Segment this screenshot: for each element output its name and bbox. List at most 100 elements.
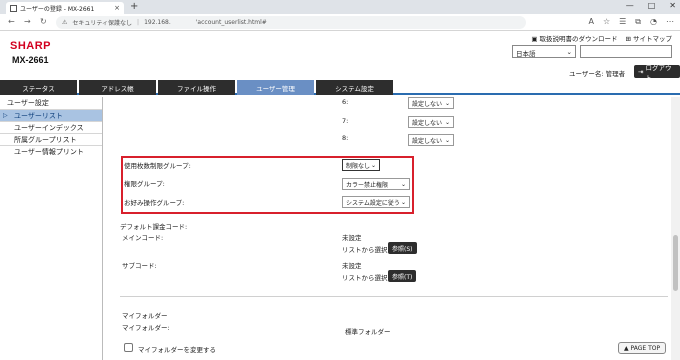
- close-window-button[interactable]: ✕: [669, 1, 676, 10]
- usage-limit-group-select[interactable]: 制限なし ⌄: [342, 159, 380, 171]
- new-tab-button[interactable]: +: [130, 1, 138, 12]
- more-icon[interactable]: ⋯: [666, 17, 674, 27]
- warning-icon: ⚠: [62, 19, 68, 26]
- sub-code-browse-button[interactable]: 参照(T): [388, 270, 417, 282]
- chevron-down-icon: ⌄: [444, 118, 450, 126]
- permission-group-select[interactable]: カラー禁止権限 ⌄: [342, 178, 410, 190]
- default-code-label: デフォルト課金コード:: [120, 223, 188, 231]
- sidebar-item-user-index[interactable]: ユーザーインデックス: [0, 121, 102, 133]
- select-8-value: 設定しない: [412, 137, 443, 145]
- main-menu: ステータス アドレス帳 ファイル操作 ユーザー管理 システム設定: [0, 80, 680, 95]
- arrow-up-icon: ▲: [624, 344, 629, 352]
- section-divider: [120, 296, 668, 297]
- tab-status[interactable]: ステータス: [0, 80, 77, 95]
- browser-toolbar-icons: A ☆ ☰ ⧉ ◔ ⋯: [588, 17, 674, 27]
- profile-icon[interactable]: ◔: [650, 17, 657, 27]
- main-code-label: メインコード:: [122, 234, 164, 242]
- sitemap-label: サイトマップ: [633, 35, 672, 43]
- chevron-down-icon: ⌄: [444, 136, 450, 144]
- page-top-label: PAGE TOP: [630, 344, 661, 352]
- myfolder-value: 標準フォルダー: [345, 328, 391, 336]
- vertical-scrollbar[interactable]: [671, 97, 680, 360]
- chevron-down-icon: ⌄: [400, 180, 406, 188]
- tab-system-settings[interactable]: システム設定: [316, 80, 393, 95]
- bullet-icon: ▷: [3, 112, 8, 119]
- language-select[interactable]: 日本語 ⌄: [512, 45, 576, 58]
- url-separator: |: [137, 19, 140, 26]
- logout-icon: ⇥: [638, 67, 644, 76]
- sub-code-label: サブコード:: [122, 262, 157, 270]
- model-name: MX-2661: [12, 55, 49, 65]
- usage-limit-group-label: 使用枚数制限グループ:: [124, 162, 191, 170]
- security-label: セキュリティ保護なし: [72, 20, 133, 27]
- select-8[interactable]: 設定しない ⌄: [408, 134, 454, 146]
- myfolder-change-checkbox[interactable]: [124, 343, 133, 352]
- url-host: 192.168.: [144, 19, 171, 26]
- reload-icon[interactable]: ↻: [40, 17, 47, 26]
- collections-icon[interactable]: ⧉: [635, 17, 641, 27]
- url-field[interactable]: ⚠ セキュリティ保護なし | 192.168. 'account_userlis…: [56, 16, 526, 29]
- sidebar-item-label: ユーザーリスト: [14, 111, 63, 120]
- favorite-operation-group-value: システム設定に従う: [346, 199, 400, 207]
- favorite-icon[interactable]: ☆: [603, 17, 610, 27]
- tab-file-operation[interactable]: ファイル操作: [158, 80, 235, 95]
- search-input[interactable]: [580, 45, 672, 58]
- language-value: 日本語: [516, 50, 536, 58]
- main-code-status: 未設定: [342, 234, 362, 242]
- minimize-button[interactable]: —: [626, 1, 634, 10]
- sub-code-browse-label: 参照(T): [392, 273, 413, 281]
- sidebar-item-user-list[interactable]: ▷ ユーザーリスト: [0, 109, 102, 121]
- select-6-value: 設定しない: [412, 100, 443, 108]
- reading-view-icon[interactable]: A: [588, 17, 593, 27]
- top-links: ▣ 取扱説明書のダウンロード ⊞ サイトマップ: [531, 33, 672, 43]
- browser-tab-bar: ユーザーの登録 - MX-2661 × + — □ ✕: [0, 0, 680, 14]
- back-icon[interactable]: ←: [8, 17, 15, 26]
- row-label-8: 8:: [342, 134, 349, 142]
- myfolder-change-label: マイフォルダーを変更する: [138, 346, 216, 354]
- chevron-down-icon: ⌄: [444, 99, 450, 107]
- favorite-operation-group-label: お好み操作グループ:: [124, 199, 185, 207]
- manual-download-link[interactable]: ▣ 取扱説明書のダウンロード: [531, 33, 617, 43]
- sitemap-link[interactable]: ⊞ サイトマップ: [626, 33, 672, 43]
- chevron-down-icon: ⌄: [400, 198, 406, 206]
- close-tab-icon[interactable]: ×: [114, 4, 120, 12]
- main-code-browse-button[interactable]: 参照(S): [388, 242, 417, 254]
- page-icon: [10, 4, 17, 12]
- address-bar: ← → ↻ ⚠ セキュリティ保護なし | 192.168. 'account_u…: [0, 14, 680, 31]
- logout-button[interactable]: ⇥ ログアウト: [634, 64, 680, 82]
- main-code-browse-label: 参照(S): [392, 245, 413, 253]
- sharp-logo: SHARP: [10, 40, 52, 52]
- download-icon: ▣: [531, 35, 538, 43]
- sidebar-item-group-list[interactable]: 所属グループリスト: [0, 133, 102, 145]
- user-name-label: ユーザー名: 管理者: [569, 70, 626, 78]
- myfolder-label: マイフォルダー:: [122, 324, 170, 332]
- chevron-down-icon: ⌄: [566, 48, 572, 56]
- sidebar: ユーザー設定 ▷ ユーザーリスト ユーザーインデックス 所属グループリスト ユー…: [0, 97, 103, 360]
- browser-tab-title: ユーザーの登録 - MX-2661: [20, 5, 95, 13]
- manual-download-label: 取扱説明書のダウンロード: [539, 35, 618, 43]
- url-path: 'account_userlist.html#: [195, 19, 267, 26]
- row-label-7: 7:: [342, 117, 349, 125]
- window-controls: — □ ✕: [626, 1, 676, 10]
- logout-label: ログアウト: [645, 63, 672, 82]
- main-code-select-label: リストから選択: [342, 246, 388, 254]
- permission-group-label: 権限グループ:: [124, 180, 165, 188]
- sub-code-status: 未設定: [342, 262, 362, 270]
- select-7-value: 設定しない: [412, 119, 443, 127]
- select-7[interactable]: 設定しない ⌄: [408, 116, 454, 128]
- sidebar-head-user-settings[interactable]: ユーザー設定: [0, 97, 102, 109]
- maximize-button[interactable]: □: [648, 1, 656, 10]
- tab-address-book[interactable]: アドレス帳: [79, 80, 156, 95]
- tab-user-management[interactable]: ユーザー管理: [237, 80, 314, 95]
- chevron-down-icon: ⌄: [370, 161, 376, 169]
- sidebar-item-user-info-print[interactable]: ユーザー情報プリント: [0, 145, 102, 157]
- forward-icon[interactable]: →: [24, 17, 31, 26]
- select-6[interactable]: 設定しない ⌄: [408, 97, 454, 109]
- scrollbar-thumb[interactable]: [673, 235, 678, 291]
- favorites-list-icon[interactable]: ☰: [619, 17, 626, 27]
- favorite-operation-group-select[interactable]: システム設定に従う ⌄: [342, 196, 410, 208]
- myfolder-section-title: マイフォルダー: [122, 312, 168, 320]
- browser-tab[interactable]: ユーザーの登録 - MX-2661 ×: [6, 2, 124, 14]
- usage-limit-group-value: 制限なし: [346, 162, 371, 170]
- page-top-button[interactable]: ▲ PAGE TOP: [618, 342, 667, 354]
